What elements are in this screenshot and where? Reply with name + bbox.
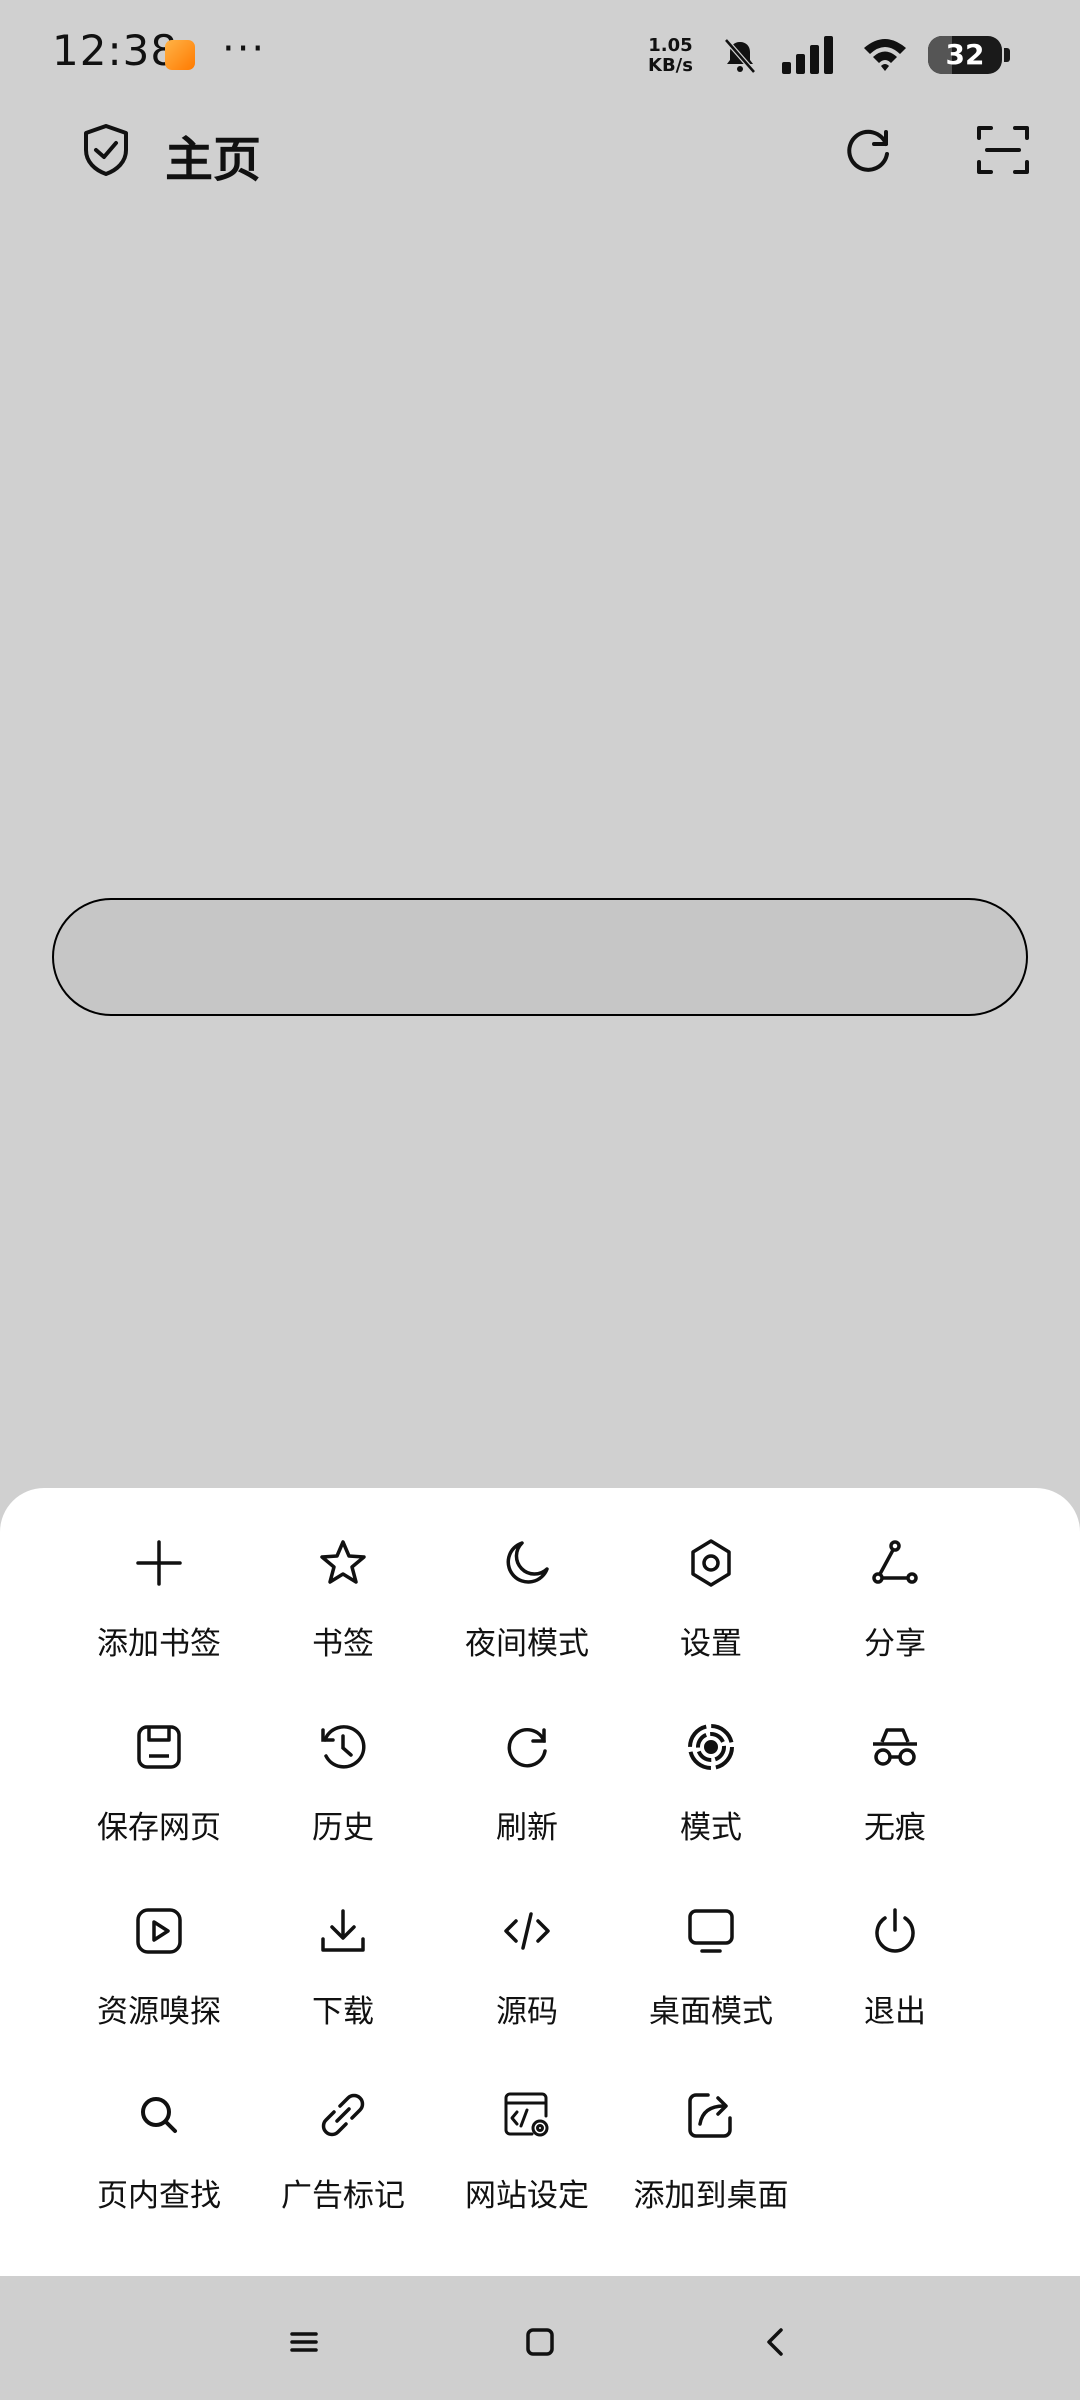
menu-label: 添加书签 bbox=[97, 1626, 221, 1662]
battery-level: 32 bbox=[945, 38, 985, 71]
scan-icon[interactable] bbox=[975, 122, 1031, 178]
menu-item-mode[interactable]: 模式 bbox=[619, 1672, 803, 1846]
play-icon bbox=[136, 1908, 182, 1954]
menu-item-add-bookmark[interactable]: 添加书签 bbox=[67, 1488, 251, 1662]
signal-icon bbox=[782, 36, 833, 74]
menu-label: 设置 bbox=[680, 1626, 742, 1662]
menu-item-add-to-desktop[interactable]: 添加到桌面 bbox=[619, 2040, 803, 2214]
battery-tip bbox=[1004, 48, 1010, 62]
back-icon[interactable] bbox=[756, 2322, 796, 2362]
menu-item-ad-marking[interactable]: 广告标记 bbox=[251, 2040, 435, 2214]
code-icon bbox=[504, 1912, 550, 1950]
wifi-icon bbox=[864, 39, 906, 71]
menu-label: 源码 bbox=[496, 1994, 558, 2030]
menu-label: 广告标记 bbox=[281, 2178, 405, 2214]
home-icon[interactable] bbox=[520, 2322, 560, 2362]
more-notifications-icon: ··· bbox=[222, 26, 267, 72]
page-title: 主页 bbox=[165, 132, 262, 188]
menu-item-night-mode[interactable]: 夜间模式 bbox=[435, 1488, 619, 1662]
status-time: 12:38 bbox=[52, 26, 179, 75]
power-icon bbox=[875, 1908, 915, 1953]
menu-item-bookmarks[interactable]: 书签 bbox=[251, 1488, 435, 1662]
menu-item-site-settings[interactable]: 网站设定 bbox=[435, 2040, 619, 2214]
menu-item-settings[interactable]: 设置 bbox=[619, 1488, 803, 1662]
refresh-icon bbox=[507, 1727, 547, 1768]
save-icon bbox=[137, 1725, 181, 1769]
menu-label: 保存网页 bbox=[97, 1810, 221, 1846]
menu-label: 模式 bbox=[680, 1810, 742, 1846]
menu-label: 夜间模式 bbox=[465, 1626, 589, 1662]
menu-item-save-page[interactable]: 保存网页 bbox=[67, 1672, 251, 1846]
menu-item-share[interactable]: 分享 bbox=[803, 1488, 987, 1662]
menu-label: 网站设定 bbox=[465, 2178, 589, 2214]
link-icon bbox=[321, 2093, 365, 2137]
menu-item-download[interactable]: 下载 bbox=[251, 1856, 435, 2030]
menu-item-incognito[interactable]: 无痕 bbox=[803, 1672, 987, 1846]
system-nav-bar bbox=[0, 2276, 1080, 2400]
menu-item-resource-sniff[interactable]: 资源嗅探 bbox=[67, 1856, 251, 2030]
menu-label: 桌面模式 bbox=[649, 1994, 773, 2030]
menu-label: 退出 bbox=[864, 1994, 926, 2030]
menu-label: 书签 bbox=[312, 1626, 374, 1662]
download-icon bbox=[321, 1909, 365, 1952]
network-speed-unit: KB/s bbox=[648, 55, 693, 76]
refresh-icon[interactable] bbox=[840, 122, 896, 178]
menu-label: 分享 bbox=[864, 1626, 926, 1662]
menu-icon[interactable] bbox=[284, 2322, 324, 2362]
add-to-desktop-icon bbox=[688, 2093, 732, 2138]
mode-icon bbox=[688, 1724, 734, 1770]
bell-off-icon bbox=[724, 38, 756, 74]
menu-label: 下载 bbox=[312, 1994, 374, 2030]
gear-icon bbox=[691, 1539, 731, 1587]
menu-label: 历史 bbox=[312, 1810, 374, 1846]
moon-icon bbox=[506, 1541, 549, 1584]
plus-icon bbox=[136, 1540, 182, 1586]
shield-check-icon[interactable] bbox=[80, 122, 132, 178]
app-notification-icon bbox=[165, 40, 195, 70]
network-speed-value: 1.05 bbox=[648, 35, 693, 56]
search-icon bbox=[141, 2097, 177, 2133]
menu-label: 刷新 bbox=[496, 1810, 558, 1846]
search-input[interactable] bbox=[52, 898, 1028, 1016]
incognito-icon bbox=[873, 1728, 917, 1766]
menu-label: 资源嗅探 bbox=[97, 1994, 221, 2030]
menu-item-desktop-mode[interactable]: 桌面模式 bbox=[619, 1856, 803, 2030]
network-speed: 1.05 KB/s bbox=[648, 36, 693, 76]
menu-item-refresh[interactable]: 刷新 bbox=[435, 1672, 619, 1846]
site-settings-icon bbox=[504, 2092, 549, 2137]
menu-item-exit[interactable]: 退出 bbox=[803, 1856, 987, 2030]
menu-item-history[interactable]: 历史 bbox=[251, 1672, 435, 1846]
menu-label: 无痕 bbox=[864, 1810, 926, 1846]
menu-sheet: 添加书签 书签 夜间模式 设置 分享 保存网页 历史 刷新 模式 无痕 资源嗅探… bbox=[0, 1488, 1080, 2276]
menu-item-find-in-page[interactable]: 页内查找 bbox=[67, 2040, 251, 2214]
header: 主页 bbox=[0, 110, 1080, 190]
battery-icon: 32 bbox=[928, 36, 1002, 74]
star-icon bbox=[320, 1540, 366, 1584]
history-icon bbox=[321, 1725, 366, 1769]
share-icon bbox=[872, 1540, 918, 1584]
status-bar: 12:38 ··· 1.05 KB/s 32 bbox=[0, 0, 1080, 110]
monitor-icon bbox=[688, 1909, 734, 1953]
menu-label: 添加到桌面 bbox=[633, 2178, 789, 2214]
menu-item-source-code[interactable]: 源码 bbox=[435, 1856, 619, 2030]
menu-label: 页内查找 bbox=[97, 2178, 221, 2214]
